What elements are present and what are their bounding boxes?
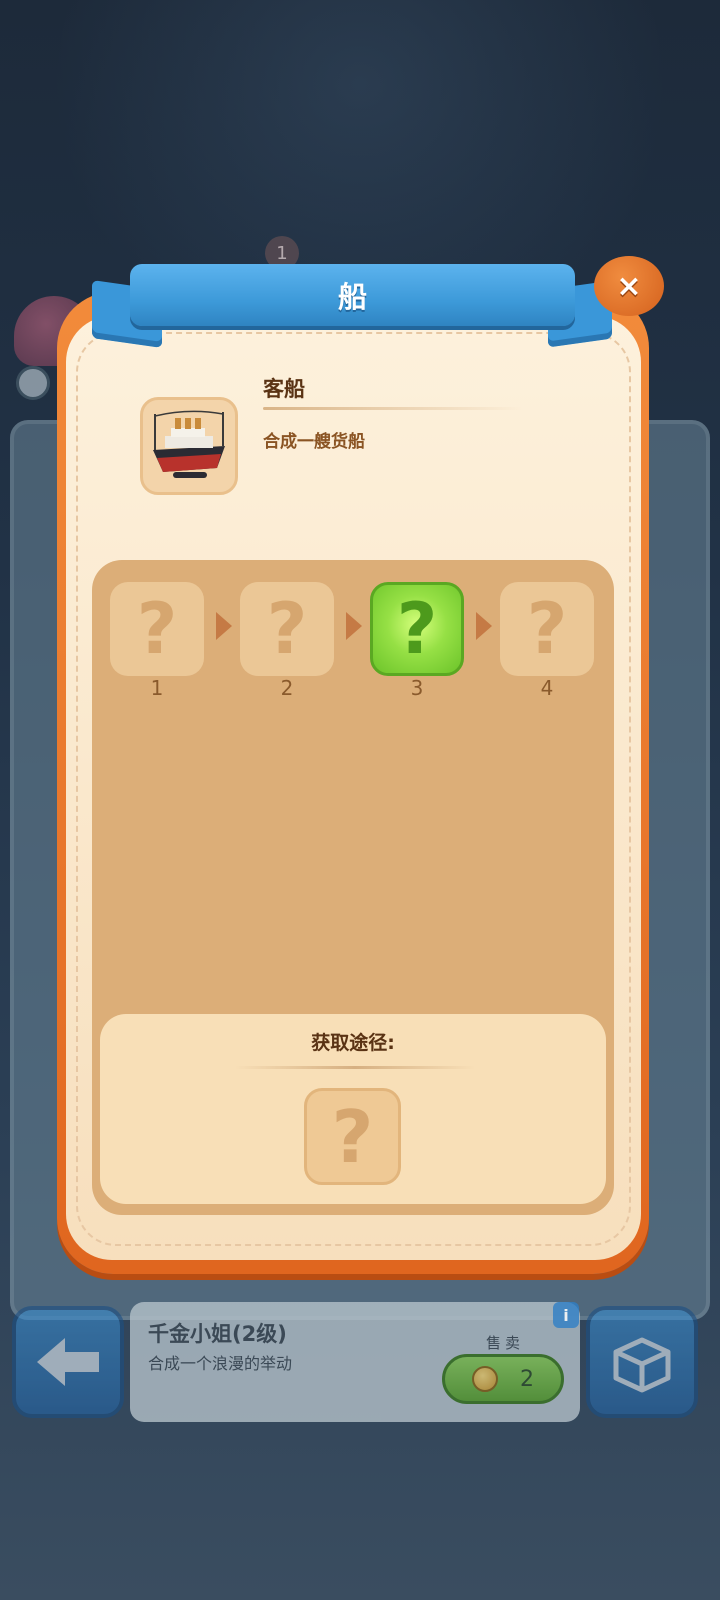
question-mark-icon: ? <box>526 588 568 670</box>
item-thumbnail <box>140 397 238 495</box>
close-button[interactable]: × <box>594 256 664 316</box>
acquisition-divider <box>235 1066 475 1069</box>
evolution-step-label: 2 <box>280 676 294 700</box>
selected-item-description: 合成一个浪漫的举动 <box>148 1354 293 1373</box>
chevron-right-icon <box>476 612 492 640</box>
evolution-step-3-current[interactable]: ? <box>370 582 464 676</box>
evolution-step-1[interactable]: ? <box>110 582 204 676</box>
clock-icon <box>16 366 50 400</box>
evolution-step-label: 4 <box>540 676 554 700</box>
evolution-step-label: 3 <box>410 676 424 700</box>
selected-item-panel: 千金小姐(2级) 合成一个浪漫的举动 售卖 2 <box>130 1302 580 1422</box>
box-icon <box>613 1337 671 1393</box>
info-button[interactable]: i <box>553 1302 579 1328</box>
coin-icon <box>472 1366 498 1392</box>
item-description: 合成一艘货船 <box>263 432 365 452</box>
sell-label: 售卖 <box>486 1334 525 1352</box>
dialog-title-ribbon: 船 <box>130 264 575 326</box>
question-mark-icon: ? <box>266 588 308 670</box>
chevron-right-icon <box>346 612 362 640</box>
storage-box-button[interactable] <box>586 1306 698 1418</box>
evolution-step-4[interactable]: ? <box>500 582 594 676</box>
question-mark-icon: ? <box>331 1094 374 1179</box>
back-button[interactable] <box>12 1306 124 1418</box>
sell-price: 2 <box>520 1366 534 1392</box>
item-divider <box>263 407 523 410</box>
sell-button[interactable]: 2 <box>442 1354 564 1404</box>
selected-item-title: 千金小姐(2级) <box>148 1322 287 1346</box>
evolution-step-2[interactable]: ? <box>240 582 334 676</box>
item-name: 客船 <box>263 377 305 401</box>
acquisition-title: 获取途径: <box>311 1032 395 1054</box>
arrow-left-icon <box>37 1338 99 1386</box>
cruise-ship-icon <box>153 410 225 478</box>
question-mark-icon: ? <box>136 588 178 670</box>
acquisition-source-slot[interactable]: ? <box>304 1088 401 1185</box>
chevron-right-icon <box>216 612 232 640</box>
evolution-step-label: 1 <box>150 676 164 700</box>
dialog-title: 船 <box>337 280 367 314</box>
question-mark-icon: ? <box>396 588 438 670</box>
close-icon: × <box>616 268 642 304</box>
